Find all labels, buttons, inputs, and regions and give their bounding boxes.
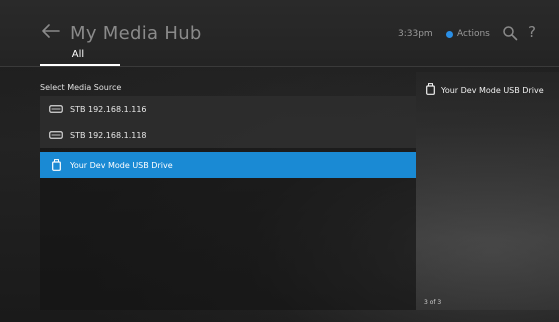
hard-drive-icon xyxy=(48,129,64,141)
media-source-list: STB 192.168.1.116 STB 192.168.1.118 Your… xyxy=(40,96,416,310)
list-item-label: STB 192.168.1.116 xyxy=(70,104,147,114)
media-hub-screen: My Media Hub All 3:33pm Actions ? Select… xyxy=(0,0,559,322)
list-item[interactable]: STB 192.168.1.116 xyxy=(40,96,416,122)
list-item[interactable]: STB 192.168.1.118 xyxy=(40,122,416,148)
item-counter: 3 of 3 xyxy=(424,299,442,306)
detail-title-label: Your Dev Mode USB Drive xyxy=(441,85,544,95)
tab-all-underline xyxy=(40,64,120,66)
back-arrow-icon[interactable] xyxy=(42,24,60,38)
list-item-label: STB 192.168.1.118 xyxy=(70,130,147,140)
tab-all[interactable]: All xyxy=(52,48,104,62)
detail-title: Your Dev Mode USB Drive xyxy=(426,83,544,98)
actions-button[interactable]: Actions xyxy=(446,28,490,40)
actions-dot-icon xyxy=(446,30,453,38)
clock-time: 3:33pm xyxy=(398,29,433,39)
list-item-selected[interactable]: Your Dev Mode USB Drive xyxy=(40,152,416,178)
help-icon[interactable]: ? xyxy=(528,23,536,41)
detail-panel xyxy=(416,72,559,310)
actions-label: Actions xyxy=(457,29,490,39)
section-label: Select Media Source xyxy=(40,83,122,92)
list-item-label: Your Dev Mode USB Drive xyxy=(70,160,173,170)
top-bar: My Media Hub All 3:33pm Actions ? xyxy=(0,0,559,67)
search-icon[interactable] xyxy=(502,25,518,41)
usb-drive-icon xyxy=(48,159,64,171)
hard-drive-icon xyxy=(48,103,64,115)
usb-drive-icon xyxy=(426,83,435,98)
page-title: My Media Hub xyxy=(70,23,202,44)
